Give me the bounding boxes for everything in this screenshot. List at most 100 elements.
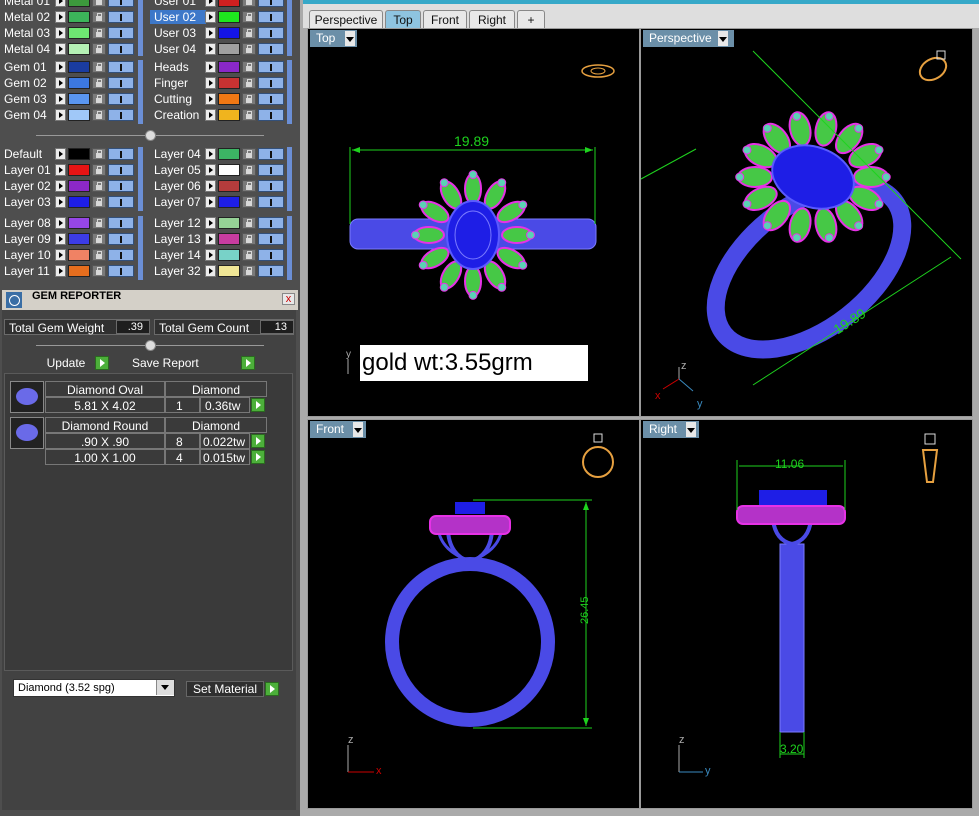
layer-row-layer-09[interactable]: Layer 09 [0,232,136,246]
add-tab-button[interactable]: + [517,10,545,28]
layer-name[interactable]: Layer 05 [150,163,206,177]
layer-color-swatch[interactable] [68,164,90,176]
play-arrow-icon[interactable] [55,43,66,55]
layer-row-layer-07[interactable]: Layer 07 [150,195,286,209]
viewport-perspective[interactable]: Perspective 19.89 z x y [640,28,973,417]
layer-row-layer-13[interactable]: Layer 13 [150,232,286,246]
visibility-toggle-icon[interactable] [258,11,284,23]
play-arrow-icon[interactable] [55,164,66,176]
layer-row-heads[interactable]: Heads [150,60,286,74]
play-arrow-icon[interactable] [205,249,216,261]
visibility-toggle-icon[interactable] [258,164,284,176]
visibility-toggle-icon[interactable] [258,43,284,55]
layer-color-swatch[interactable] [68,249,90,261]
visibility-toggle-icon[interactable] [258,0,284,7]
collapse-toggle-icon[interactable] [145,340,156,351]
tab-front[interactable]: Front [423,10,467,28]
layer-name[interactable]: Layer 07 [150,195,206,209]
layer-name[interactable]: Layer 13 [150,232,206,246]
layer-name[interactable]: Metal 04 [0,42,56,56]
layer-name[interactable]: Cutting [150,92,206,106]
layer-row-layer-32[interactable]: Layer 32 [150,264,286,278]
layer-color-swatch[interactable] [68,0,90,7]
layer-row-metal-03[interactable]: Metal 03 [0,26,136,40]
visibility-toggle-icon[interactable] [108,61,134,73]
visibility-toggle-icon[interactable] [258,249,284,261]
set-material-button[interactable]: Set Material [186,681,264,697]
layer-color-swatch[interactable] [68,77,90,89]
layer-row-metal-04[interactable]: Metal 04 [0,42,136,56]
set-material-go-icon[interactable] [265,682,279,696]
layer-row-layer-12[interactable]: Layer 12 [150,216,286,230]
lock-icon[interactable] [92,164,106,176]
layer-color-swatch[interactable] [218,43,240,55]
play-arrow-icon[interactable] [205,93,216,105]
play-arrow-icon[interactable] [205,180,216,192]
lock-icon[interactable] [92,61,106,73]
lock-icon[interactable] [92,148,106,160]
play-arrow-icon[interactable] [55,11,66,23]
layer-name[interactable]: Layer 06 [150,179,206,193]
visibility-toggle-icon[interactable] [108,109,134,121]
lock-icon[interactable] [242,61,256,73]
tab-top[interactable]: Top [385,10,421,28]
play-arrow-icon[interactable] [205,43,216,55]
play-arrow-icon[interactable] [205,196,216,208]
viewport-right[interactable]: Right 11.06 3.20 z y [640,419,973,809]
layer-name[interactable]: Layer 02 [0,179,56,193]
layer-row-layer-10[interactable]: Layer 10 [0,248,136,262]
visibility-toggle-icon[interactable] [108,180,134,192]
visibility-toggle-icon[interactable] [108,0,134,7]
layer-color-swatch[interactable] [218,249,240,261]
layer-name[interactable]: User 03 [150,26,206,40]
layer-row-layer-05[interactable]: Layer 05 [150,163,286,177]
layer-name[interactable]: Layer 04 [150,147,206,161]
viewport-top[interactable]: Top 19.89 y gold wt:3.55grm [307,28,640,417]
visibility-toggle-icon[interactable] [108,217,134,229]
play-arrow-icon[interactable] [205,233,216,245]
visibility-toggle-icon[interactable] [108,196,134,208]
layer-name[interactable]: Layer 14 [150,248,206,262]
layer-row-gem-03[interactable]: Gem 03 [0,92,136,106]
viewport-front[interactable]: Front 26.45 z x [307,419,640,809]
play-arrow-icon[interactable] [55,217,66,229]
lock-icon[interactable] [242,196,256,208]
layer-row-layer-03[interactable]: Layer 03 [0,195,136,209]
layer-color-swatch[interactable] [68,265,90,277]
save-report-button[interactable]: Save Report [132,355,212,371]
visibility-toggle-icon[interactable] [258,233,284,245]
layer-color-swatch[interactable] [218,233,240,245]
play-arrow-icon[interactable] [205,0,216,7]
layer-color-swatch[interactable] [218,0,240,7]
layer-color-swatch[interactable] [68,27,90,39]
play-arrow-icon[interactable] [55,265,66,277]
play-arrow-icon[interactable] [55,27,66,39]
layer-color-swatch[interactable] [218,77,240,89]
lock-icon[interactable] [242,109,256,121]
layer-row-gem-02[interactable]: Gem 02 [0,76,136,90]
play-arrow-icon[interactable] [205,109,216,121]
lock-icon[interactable] [242,77,256,89]
layer-color-swatch[interactable] [218,196,240,208]
layer-row-user-02[interactable]: User 02 [150,10,286,24]
play-arrow-icon[interactable] [55,180,66,192]
layer-name[interactable]: Layer 01 [0,163,56,177]
layer-name[interactable]: Layer 32 [150,264,206,278]
lock-icon[interactable] [242,180,256,192]
layer-color-swatch[interactable] [218,148,240,160]
layer-color-swatch[interactable] [68,61,90,73]
layer-color-swatch[interactable] [218,265,240,277]
play-arrow-icon[interactable] [205,27,216,39]
layer-row-layer-02[interactable]: Layer 02 [0,179,136,193]
layer-name[interactable]: Layer 08 [0,216,56,230]
layer-name[interactable]: User 02 [150,10,206,24]
layer-row-layer-01[interactable]: Layer 01 [0,163,136,177]
layer-row-metal-01[interactable]: Metal 01 [0,0,136,8]
layer-color-swatch[interactable] [68,11,90,23]
layer-name[interactable]: User 04 [150,42,206,56]
layer-color-swatch[interactable] [68,148,90,160]
visibility-toggle-icon[interactable] [108,249,134,261]
layer-name[interactable]: Gem 03 [0,92,56,106]
layer-row-user-03[interactable]: User 03 [150,26,286,40]
visibility-toggle-icon[interactable] [258,109,284,121]
